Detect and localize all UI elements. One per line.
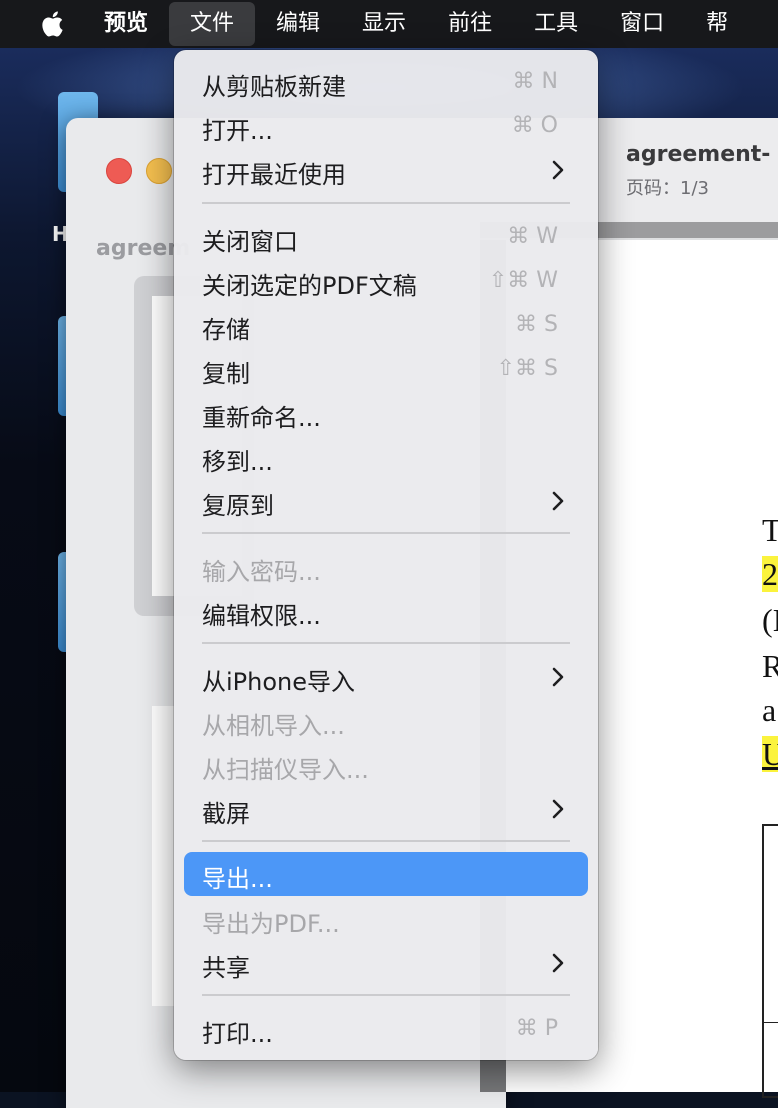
menu-item-import-from-camera: 从相机导入... — [184, 699, 588, 743]
menu-item-shortcut: ⌘ W — [507, 224, 558, 249]
menu-help[interactable]: 帮 — [685, 2, 749, 46]
menu-view[interactable]: 显示 — [341, 2, 427, 46]
menu-item-new-from-clipboard[interactable]: 从剪贴板新建 ⌘ N — [184, 60, 588, 104]
page-text-line: a — [762, 692, 777, 728]
page-text-line: T — [762, 512, 778, 548]
page-text-line-highlighted: 2 — [762, 556, 778, 592]
chevron-right-icon — [552, 491, 564, 511]
menu-separator — [202, 642, 570, 644]
page-text-line: R — [762, 648, 778, 684]
apple-menu-icon[interactable] — [40, 9, 70, 39]
menu-item-shortcut: ⌘ N — [512, 69, 558, 94]
menu-item-label: 存储 — [202, 316, 250, 344]
menu-item-print[interactable]: 打印... ⌘ P — [184, 1007, 588, 1051]
menu-item-label: 导出为PDF... — [202, 910, 340, 938]
menu-item-import-from-iphone[interactable]: 从iPhone导入 — [184, 655, 588, 699]
menu-item-label: 打开最近使用 — [202, 161, 346, 189]
chevron-right-icon — [552, 667, 564, 687]
menu-separator — [202, 840, 570, 842]
document-title: agreement- — [626, 142, 771, 167]
menu-item-move-to[interactable]: 移到... — [184, 435, 588, 479]
page-text-line-highlighted: U — [762, 736, 778, 772]
menu-item-share[interactable]: 共享 — [184, 941, 588, 985]
file-menu-dropdown: 从剪贴板新建 ⌘ N 打开... ⌘ O 打开最近使用 关闭窗口 ⌘ W 关闭选… — [174, 50, 598, 1060]
menu-item-label: 截屏 — [202, 800, 250, 828]
menu-item-save[interactable]: 存储 ⌘ S — [184, 303, 588, 347]
menu-item-shortcut: ⇧⌘ S — [496, 356, 558, 381]
menu-item-open-recent[interactable]: 打开最近使用 — [184, 148, 588, 192]
menu-item-label: 编辑权限... — [202, 602, 321, 630]
menu-item-edit-permissions[interactable]: 编辑权限... — [184, 589, 588, 633]
page-indicator: 页码：1/3 — [626, 178, 709, 199]
menu-item-label: 共享 — [202, 954, 250, 982]
menu-separator — [202, 532, 570, 534]
menu-item-label: 从相机导入... — [202, 712, 345, 740]
menu-item-export[interactable]: 导出... — [184, 852, 588, 896]
menu-edit[interactable]: 编辑 — [255, 2, 341, 46]
table-row-divider — [764, 1022, 778, 1023]
menu-item-label: 复原到 — [202, 492, 274, 520]
menu-item-label: 关闭选定的PDF文稿 — [202, 272, 417, 300]
menu-item-label: 打开... — [202, 117, 273, 145]
page-table — [762, 824, 778, 1098]
menu-separator — [202, 994, 570, 996]
menu-item-label: 从剪贴板新建 — [202, 73, 346, 101]
menu-item-close-selected-pdf[interactable]: 关闭选定的PDF文稿 ⇧⌘ W — [184, 259, 588, 303]
chevron-right-icon — [552, 160, 564, 180]
menu-item-enter-password: 输入密码... — [184, 545, 588, 589]
chevron-right-icon — [552, 953, 564, 973]
menu-item-label: 重新命名... — [202, 404, 321, 432]
page-text-line: (I — [762, 602, 778, 638]
menu-item-shortcut: ⌘ O — [511, 113, 558, 138]
chevron-right-icon — [552, 799, 564, 819]
menu-item-label: 移到... — [202, 448, 273, 476]
menu-item-take-screenshot[interactable]: 截屏 — [184, 787, 588, 831]
menu-item-label: 从iPhone导入 — [202, 668, 356, 696]
menu-item-rename[interactable]: 重新命名... — [184, 391, 588, 435]
menu-file[interactable]: 文件 — [169, 2, 256, 46]
menu-item-open[interactable]: 打开... ⌘ O — [184, 104, 588, 148]
menu-item-duplicate[interactable]: 复制 ⇧⌘ S — [184, 347, 588, 391]
menu-item-export-as-pdf: 导出为PDF... — [184, 897, 588, 941]
menu-item-import-from-scanner: 从扫描仪导入... — [184, 743, 588, 787]
menu-item-revert-to[interactable]: 复原到 — [184, 479, 588, 523]
menu-item-label: 关闭窗口 — [202, 228, 298, 256]
menu-item-close-window[interactable]: 关闭窗口 ⌘ W — [184, 215, 588, 259]
menu-item-shortcut: ⌘ P — [515, 1016, 558, 1041]
menu-window[interactable]: 窗口 — [599, 2, 685, 46]
minimize-window-button[interactable] — [146, 158, 172, 184]
menu-tools[interactable]: 工具 — [513, 2, 599, 46]
menu-item-label: 从扫描仪导入... — [202, 756, 369, 784]
menu-item-label: 打印... — [202, 1020, 273, 1048]
close-window-button[interactable] — [106, 158, 132, 184]
menu-item-label: 复制 — [202, 360, 250, 388]
menu-go[interactable]: 前往 — [427, 2, 513, 46]
menu-separator — [202, 202, 570, 204]
menu-item-label: 导出... — [202, 865, 273, 893]
menu-app-preview[interactable]: 预览 — [90, 2, 169, 46]
menu-item-shortcut: ⌘ S — [515, 312, 558, 337]
menu-item-label: 输入密码... — [202, 558, 321, 586]
menu-bar: 预览 文件 编辑 显示 前往 工具 窗口 帮 — [0, 0, 778, 48]
menu-item-shortcut: ⇧⌘ W — [488, 268, 558, 293]
